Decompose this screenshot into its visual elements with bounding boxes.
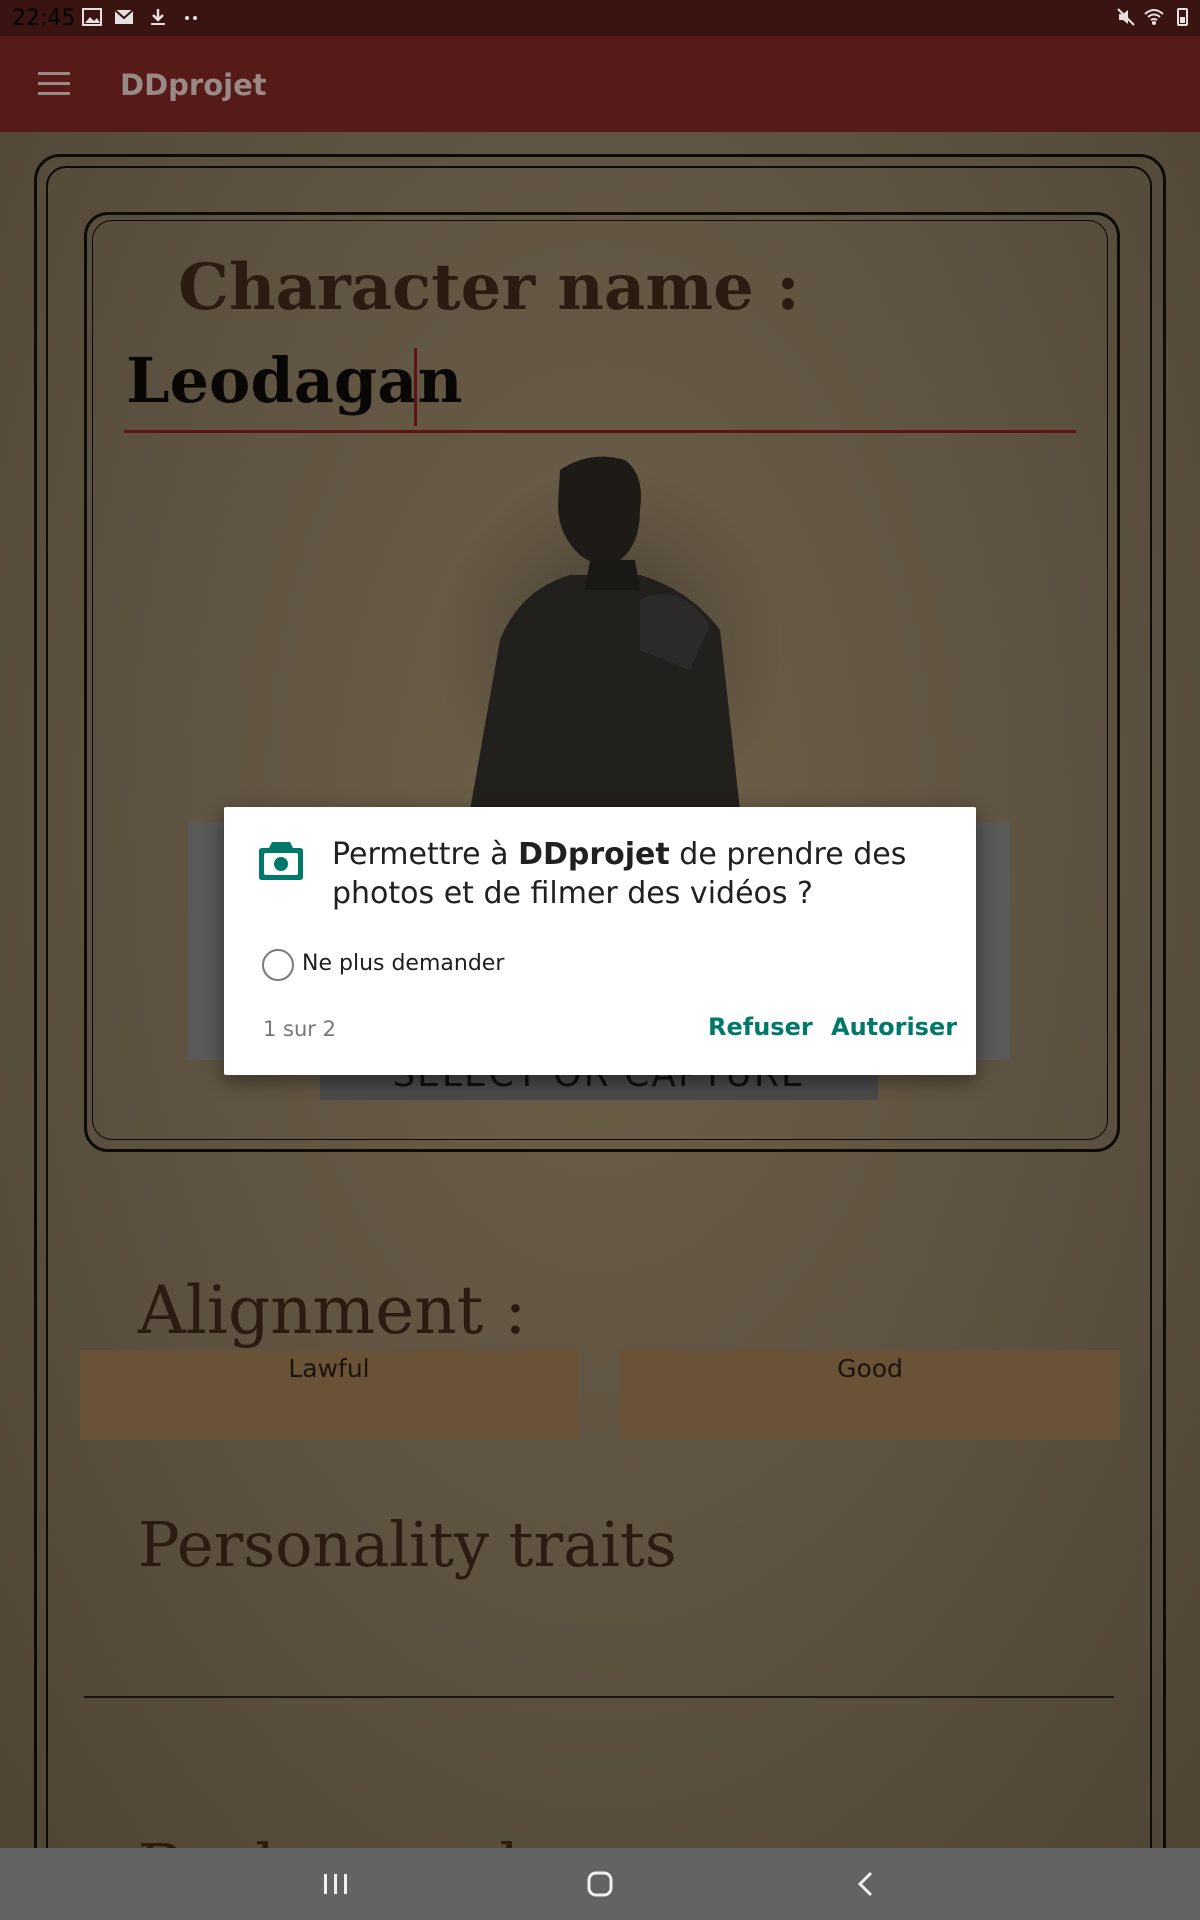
back-icon[interactable] <box>848 1868 884 1900</box>
dont-ask-again-label[interactable]: Ne plus demander <box>302 951 504 976</box>
home-icon[interactable] <box>582 1868 618 1900</box>
more-notifications-icon <box>185 16 197 20</box>
deny-button[interactable]: Refuser <box>708 1013 813 1041</box>
dont-ask-again-radio[interactable] <box>262 949 294 981</box>
status-bar <box>0 0 1200 36</box>
download-notification-icon <box>151 9 165 25</box>
allow-button[interactable]: Autoriser <box>831 1013 957 1041</box>
wifi-icon <box>1144 9 1164 25</box>
permission-dialog: Permettre à DDprojet de prendre des phot… <box>224 807 976 1075</box>
image-notification-icon <box>82 8 102 26</box>
recents-icon[interactable] <box>318 1868 354 1900</box>
gmail-notification-icon <box>114 9 134 24</box>
battery-icon <box>1177 8 1188 26</box>
camera-icon <box>259 842 303 880</box>
status-time: 22:45 <box>12 6 76 31</box>
permission-page-indicator: 1 sur 2 <box>263 1017 336 1041</box>
permission-message: Permettre à DDprojet de prendre des phot… <box>332 837 907 911</box>
mute-icon <box>1117 8 1135 26</box>
permission-app-name: DDprojet <box>518 837 670 872</box>
